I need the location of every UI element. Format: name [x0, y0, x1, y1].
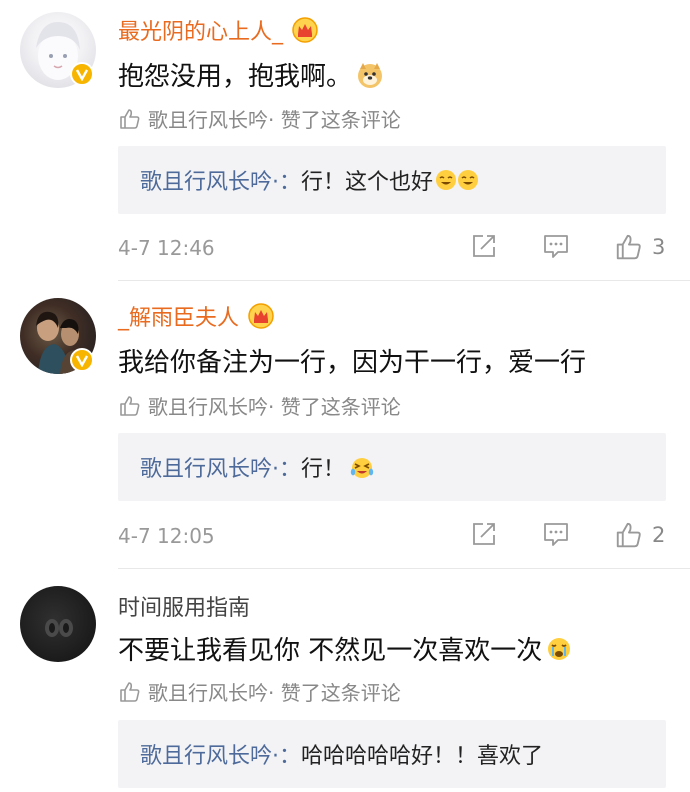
reply-separator: ： [279, 457, 302, 482]
divider [118, 568, 690, 569]
thumb-up-icon [616, 234, 641, 260]
liked-by-line: 歌且行风长吟· 赞了这条评论 [118, 391, 401, 420]
laugh-tears-emoji-icon [350, 458, 374, 478]
reply-separator: ： [279, 170, 302, 195]
reply-author[interactable]: 歌且行风长吟· [140, 164, 279, 196]
author-reply[interactable]: 歌且行风长吟· ： 行！ [118, 433, 666, 501]
comment-icon [544, 523, 568, 546]
crown-icon [292, 17, 318, 43]
reply-button[interactable] [542, 232, 570, 260]
verified-badge-icon [70, 348, 94, 372]
share-icon [473, 523, 495, 545]
reply-author[interactable]: 歌且行风长吟· [140, 451, 279, 483]
timestamp: 4-7 12:05 [118, 524, 215, 548]
avatar[interactable] [20, 586, 96, 662]
comment-item: _解雨臣夫人 我给你备注为一行，因为干一行，爱一行 歌且行风长吟· 赞了这条评论… [0, 288, 690, 568]
comment-item: 最光阴的心上人_ 抱怨没用，抱我啊。 歌且行风长吟· 赞了这条评论 歌且行风长吟… [0, 0, 690, 280]
nickname[interactable]: 时间服用指南 [118, 590, 250, 622]
nickname[interactable]: _解雨臣夫人 [118, 300, 275, 332]
like-button[interactable]: 2 [614, 520, 665, 550]
liked-by-line: 歌且行风长吟· 赞了这条评论 [118, 677, 401, 706]
verified-badge-icon [70, 62, 94, 86]
doge-emoji-icon [358, 62, 383, 88]
thumb-up-icon [616, 522, 641, 548]
reply-text: 哈哈哈哈哈好！！喜欢了 [301, 744, 544, 769]
like-button[interactable]: 3 [614, 232, 665, 262]
share-button[interactable] [470, 520, 498, 548]
divider [118, 280, 690, 281]
comment-text: 我给你备注为一行，因为干一行，爱一行 [118, 348, 587, 378]
liked-by-line: 歌且行风长吟· 赞了这条评论 [118, 104, 401, 133]
crown-icon [248, 303, 274, 329]
crying-emoji-icon [548, 637, 571, 660]
smile-emoji-icon [458, 170, 479, 190]
share-icon [473, 235, 495, 257]
timestamp: 4-7 12:46 [118, 236, 215, 260]
reply-text: 行！这个也好 [301, 170, 434, 195]
reply-text: 行！ [301, 457, 346, 482]
author-reply[interactable]: 歌且行风长吟· ： 行！这个也好 [118, 146, 666, 214]
reply-button[interactable] [542, 520, 570, 548]
nickname-text[interactable]: 最光阴的心上人_ [118, 14, 283, 46]
author-reply[interactable]: 歌且行风长吟· ： 哈哈哈哈哈好！！喜欢了 [118, 720, 666, 788]
comment-text: 不要让我看见你 不然见一次喜欢一次 [118, 630, 572, 667]
comment-text: 抱怨没用，抱我啊。 [118, 56, 384, 93]
thumb-up-icon [120, 395, 140, 416]
smile-emoji-icon [436, 170, 457, 190]
reply-separator: ： [279, 744, 302, 769]
thumb-up-icon [120, 108, 140, 129]
thumb-up-icon [120, 681, 140, 702]
nickname-text[interactable]: 时间服用指南 [118, 590, 250, 622]
reply-author[interactable]: 歌且行风长吟· [140, 738, 279, 770]
like-count: 2 [652, 523, 666, 547]
like-count: 3 [652, 235, 666, 259]
nickname[interactable]: 最光阴的心上人_ [118, 14, 319, 46]
comment-item: 时间服用指南 不要让我看见你 不然见一次喜欢一次 歌且行风长吟· 赞了这条评论 … [0, 576, 690, 792]
share-button[interactable] [470, 232, 498, 260]
nickname-text[interactable]: _解雨臣夫人 [118, 300, 239, 332]
comment-icon [544, 235, 568, 258]
